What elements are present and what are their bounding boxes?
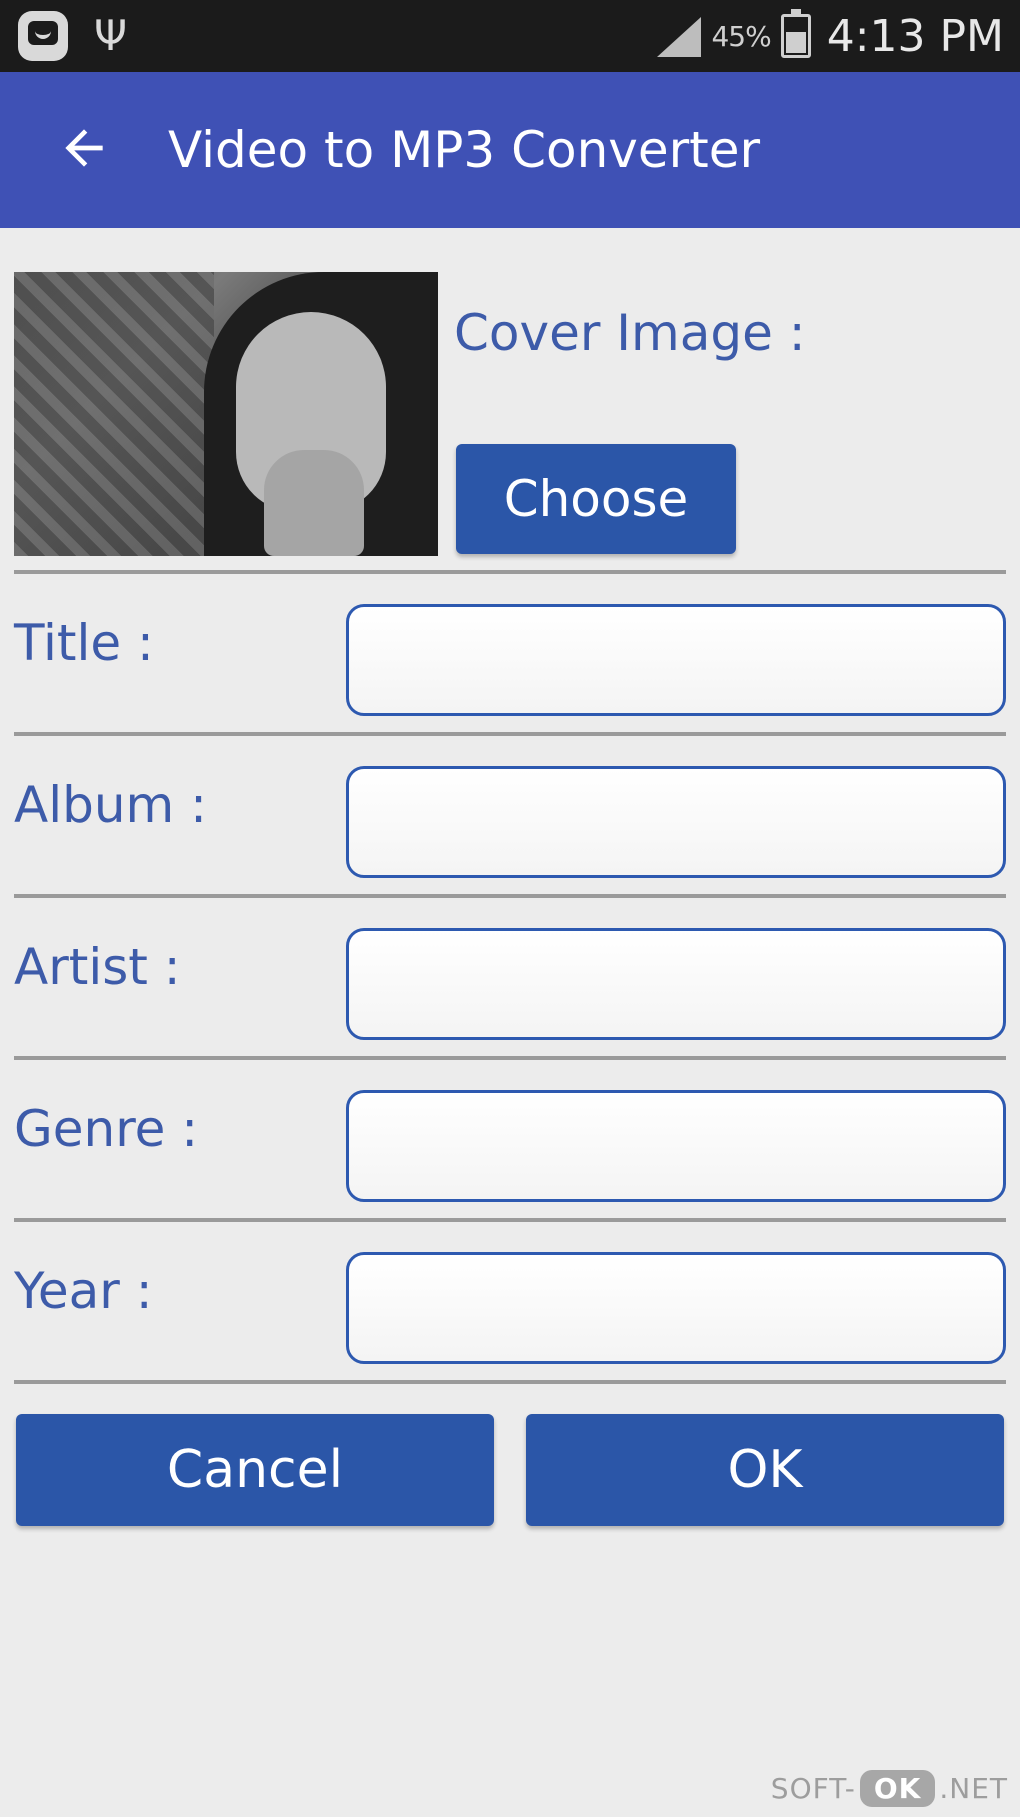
title-input[interactable] xyxy=(346,604,1006,716)
divider xyxy=(14,894,1006,898)
battery-icon xyxy=(780,9,811,58)
album-label: Album : xyxy=(14,776,207,834)
year-label: Year : xyxy=(14,1262,153,1320)
cover-image-label: Cover Image : xyxy=(454,304,806,362)
app-title: Video to MP3 Converter xyxy=(168,121,761,179)
app-bar: Video to MP3 Converter xyxy=(0,72,1020,228)
genre-label: Genre : xyxy=(14,1100,199,1158)
status-bar: Ψ 45% 4:13 PM xyxy=(0,0,1020,72)
divider xyxy=(14,1380,1006,1384)
genre-input[interactable] xyxy=(346,1090,1006,1202)
signal-icon xyxy=(655,13,702,59)
artist-label: Artist : xyxy=(14,938,181,996)
watermark: SOFT- OK .NET xyxy=(770,1770,1008,1807)
divider xyxy=(14,1218,1006,1222)
album-input[interactable] xyxy=(346,766,1006,878)
title-label: Title : xyxy=(14,614,154,672)
app-notification-icon xyxy=(18,11,68,61)
cancel-button[interactable]: Cancel xyxy=(16,1414,494,1526)
year-input[interactable] xyxy=(346,1252,1006,1364)
divider xyxy=(14,1056,1006,1060)
usb-icon: Ψ xyxy=(94,11,128,60)
back-button[interactable] xyxy=(44,108,124,188)
cover-image-thumbnail xyxy=(14,272,438,556)
battery-percent: 45% xyxy=(711,19,771,53)
artist-input[interactable] xyxy=(346,928,1006,1040)
clock: 4:13 PM xyxy=(826,10,1004,62)
divider xyxy=(14,570,1006,574)
arrow-back-icon xyxy=(65,129,103,167)
divider xyxy=(14,732,1006,736)
choose-button[interactable]: Choose xyxy=(456,444,736,554)
ok-button[interactable]: OK xyxy=(526,1414,1004,1526)
